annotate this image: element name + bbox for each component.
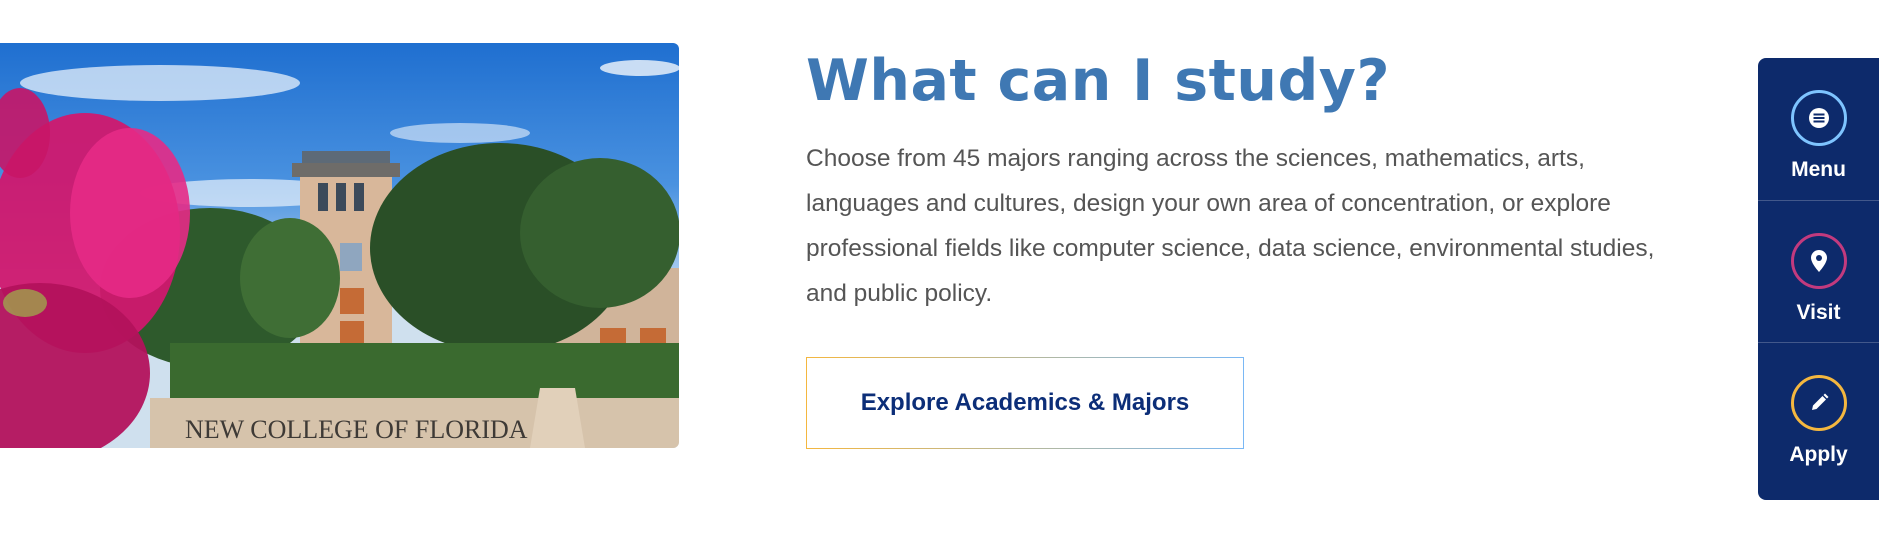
menu-label: Menu (1791, 158, 1846, 181)
campus-sign: NEW COLLEGE OF FLORIDA (185, 415, 528, 444)
visit-label: Visit (1796, 301, 1841, 324)
map-pin-icon (1791, 233, 1847, 289)
explore-academics-button[interactable]: Explore Academics & Majors (806, 357, 1244, 449)
visit-button[interactable]: Visit (1758, 200, 1879, 343)
section-description: Choose from 45 majors ranging across the… (806, 145, 1655, 307)
utility-rail: Menu Visit Apply (1758, 58, 1879, 500)
section-heading: What can I study? (806, 48, 1391, 114)
pencil-icon (1791, 375, 1847, 431)
menu-icon (1791, 90, 1847, 146)
apply-button[interactable]: Apply (1758, 342, 1879, 485)
hero-image: NEW COLLEGE OF FLORIDA (0, 43, 679, 448)
menu-button[interactable]: Menu (1758, 58, 1879, 200)
apply-label: Apply (1789, 443, 1848, 466)
